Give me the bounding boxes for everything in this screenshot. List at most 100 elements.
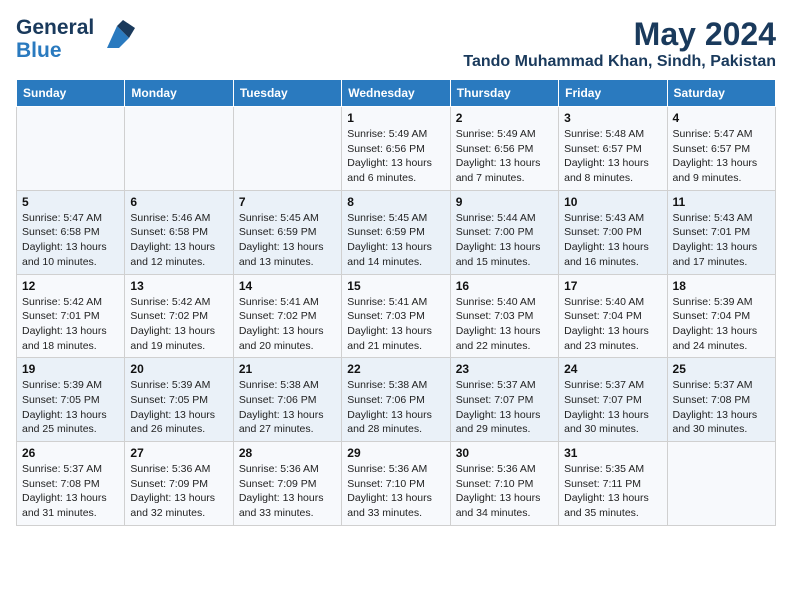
day-number: 30 — [456, 446, 553, 460]
page-header: General Blue May 2024 Tando Muhammad Kha… — [16, 16, 776, 71]
day-cell: 10 Sunrise: 5:43 AM Sunset: 7:00 PM Dayli… — [559, 190, 667, 274]
day-number: 31 — [564, 446, 661, 460]
col-header-friday: Friday — [559, 80, 667, 107]
day-number: 20 — [130, 362, 227, 376]
day-number: 9 — [456, 195, 553, 209]
day-info: Sunrise: 5:43 AM Sunset: 7:01 PM Dayligh… — [673, 211, 770, 270]
day-number: 6 — [130, 195, 227, 209]
day-number: 17 — [564, 279, 661, 293]
day-info: Sunrise: 5:37 AM Sunset: 7:07 PM Dayligh… — [564, 378, 661, 437]
day-cell — [125, 107, 233, 191]
day-cell: 24Sunrise: 5:37 AM Sunset: 7:07 PM Dayli… — [559, 358, 667, 442]
day-cell: 17 Sunrise: 5:40 AM Sunset: 7:04 PM Dayli… — [559, 274, 667, 358]
col-header-sunday: Sunday — [17, 80, 125, 107]
day-cell: 6 Sunrise: 5:46 AM Sunset: 6:58 PM Daylig… — [125, 190, 233, 274]
week-row-5: 26 Sunrise: 5:37 AM Sunset: 7:08 PM Dayli… — [17, 442, 776, 526]
day-info: Sunrise: 5:40 AM Sunset: 7:04 PM Dayligh… — [564, 295, 661, 354]
day-info: Sunrise: 5:37 AM Sunset: 7:07 PM Dayligh… — [456, 378, 553, 437]
day-cell: 11 Sunrise: 5:43 AM Sunset: 7:01 PM Dayli… — [667, 190, 775, 274]
day-info: Sunrise: 5:39 AM Sunset: 7:05 PM Dayligh… — [130, 378, 227, 437]
day-info: Sunrise: 5:38 AM Sunset: 7:06 PM Dayligh… — [239, 378, 336, 437]
day-cell: 16 Sunrise: 5:40 AM Sunset: 7:03 PM Dayli… — [450, 274, 558, 358]
col-header-wednesday: Wednesday — [342, 80, 450, 107]
day-number: 7 — [239, 195, 336, 209]
day-info: Sunrise: 5:35 AM Sunset: 7:11 PM Dayligh… — [564, 462, 661, 521]
day-cell: 18 Sunrise: 5:39 AM Sunset: 7:04 PM Dayli… — [667, 274, 775, 358]
day-cell: 30 Sunrise: 5:36 AM Sunset: 7:10 PM Dayli… — [450, 442, 558, 526]
day-number: 5 — [22, 195, 119, 209]
logo: General Blue — [16, 16, 135, 62]
week-row-4: 19 Sunrise: 5:39 AM Sunset: 7:05 PM Dayli… — [17, 358, 776, 442]
day-cell: 29Sunrise: 5:36 AM Sunset: 7:10 PM Dayli… — [342, 442, 450, 526]
day-cell: 5 Sunrise: 5:47 AM Sunset: 6:58 PM Daylig… — [17, 190, 125, 274]
day-cell: 1Sunrise: 5:49 AM Sunset: 6:56 PM Daylig… — [342, 107, 450, 191]
day-cell: 13 Sunrise: 5:42 AM Sunset: 7:02 PM Dayli… — [125, 274, 233, 358]
day-info: Sunrise: 5:39 AM Sunset: 7:04 PM Dayligh… — [673, 295, 770, 354]
col-header-monday: Monday — [125, 80, 233, 107]
day-cell: 27Sunrise: 5:36 AM Sunset: 7:09 PM Dayli… — [125, 442, 233, 526]
day-cell: 9 Sunrise: 5:44 AM Sunset: 7:00 PM Daylig… — [450, 190, 558, 274]
day-number: 19 — [22, 362, 119, 376]
col-header-saturday: Saturday — [667, 80, 775, 107]
day-info: Sunrise: 5:41 AM Sunset: 7:02 PM Dayligh… — [239, 295, 336, 354]
day-info: Sunrise: 5:42 AM Sunset: 7:02 PM Dayligh… — [130, 295, 227, 354]
header-row: SundayMondayTuesdayWednesdayThursdayFrid… — [17, 80, 776, 107]
day-number: 26 — [22, 446, 119, 460]
day-number: 28 — [239, 446, 336, 460]
day-number: 25 — [673, 362, 770, 376]
day-info: Sunrise: 5:45 AM Sunset: 6:59 PM Dayligh… — [347, 211, 444, 270]
day-number: 15 — [347, 279, 444, 293]
day-info: Sunrise: 5:36 AM Sunset: 7:09 PM Dayligh… — [239, 462, 336, 521]
day-info: Sunrise: 5:40 AM Sunset: 7:03 PM Dayligh… — [456, 295, 553, 354]
day-number: 11 — [673, 195, 770, 209]
day-info: Sunrise: 5:42 AM Sunset: 7:01 PM Dayligh… — [22, 295, 119, 354]
day-info: Sunrise: 5:46 AM Sunset: 6:58 PM Dayligh… — [130, 211, 227, 270]
day-info: Sunrise: 5:37 AM Sunset: 7:08 PM Dayligh… — [673, 378, 770, 437]
day-number: 10 — [564, 195, 661, 209]
day-info: Sunrise: 5:43 AM Sunset: 7:00 PM Dayligh… — [564, 211, 661, 270]
col-header-tuesday: Tuesday — [233, 80, 341, 107]
day-info: Sunrise: 5:48 AM Sunset: 6:57 PM Dayligh… — [564, 127, 661, 186]
day-number: 22 — [347, 362, 444, 376]
day-number: 27 — [130, 446, 227, 460]
day-info: Sunrise: 5:41 AM Sunset: 7:03 PM Dayligh… — [347, 295, 444, 354]
week-row-3: 12 Sunrise: 5:42 AM Sunset: 7:01 PM Dayli… — [17, 274, 776, 358]
day-number: 14 — [239, 279, 336, 293]
day-number: 3 — [564, 111, 661, 125]
day-number: 13 — [130, 279, 227, 293]
day-number: 12 — [22, 279, 119, 293]
logo-general: General — [16, 16, 94, 39]
day-cell: 25 Sunrise: 5:37 AM Sunset: 7:08 PM Dayli… — [667, 358, 775, 442]
week-row-1: 1Sunrise: 5:49 AM Sunset: 6:56 PM Daylig… — [17, 107, 776, 191]
logo-icon — [97, 18, 135, 56]
day-info: Sunrise: 5:39 AM Sunset: 7:05 PM Dayligh… — [22, 378, 119, 437]
page-title: May 2024 — [463, 16, 776, 53]
day-cell: 15 Sunrise: 5:41 AM Sunset: 7:03 PM Dayli… — [342, 274, 450, 358]
day-cell: 14 Sunrise: 5:41 AM Sunset: 7:02 PM Dayli… — [233, 274, 341, 358]
day-number: 18 — [673, 279, 770, 293]
day-cell: 23Sunrise: 5:37 AM Sunset: 7:07 PM Dayli… — [450, 358, 558, 442]
day-number: 2 — [456, 111, 553, 125]
day-cell — [17, 107, 125, 191]
day-cell: 12 Sunrise: 5:42 AM Sunset: 7:01 PM Dayli… — [17, 274, 125, 358]
day-cell: 20 Sunrise: 5:39 AM Sunset: 7:05 PM Dayli… — [125, 358, 233, 442]
day-cell — [233, 107, 341, 191]
day-cell: 21 Sunrise: 5:38 AM Sunset: 7:06 PM Dayli… — [233, 358, 341, 442]
day-cell: 28 Sunrise: 5:36 AM Sunset: 7:09 PM Dayli… — [233, 442, 341, 526]
day-number: 16 — [456, 279, 553, 293]
day-cell: 4Sunrise: 5:47 AM Sunset: 6:57 PM Daylig… — [667, 107, 775, 191]
day-number: 29 — [347, 446, 444, 460]
day-info: Sunrise: 5:36 AM Sunset: 7:10 PM Dayligh… — [456, 462, 553, 521]
day-info: Sunrise: 5:37 AM Sunset: 7:08 PM Dayligh… — [22, 462, 119, 521]
day-cell: 22Sunrise: 5:38 AM Sunset: 7:06 PM Dayli… — [342, 358, 450, 442]
day-info: Sunrise: 5:49 AM Sunset: 6:56 PM Dayligh… — [456, 127, 553, 186]
page-subtitle: Tando Muhammad Khan, Sindh, Pakistan — [463, 53, 776, 71]
day-info: Sunrise: 5:44 AM Sunset: 7:00 PM Dayligh… — [456, 211, 553, 270]
day-cell: 19 Sunrise: 5:39 AM Sunset: 7:05 PM Dayli… — [17, 358, 125, 442]
logo-blue: Blue — [16, 39, 94, 62]
day-number: 4 — [673, 111, 770, 125]
day-number: 21 — [239, 362, 336, 376]
day-cell: 7 Sunrise: 5:45 AM Sunset: 6:59 PM Daylig… — [233, 190, 341, 274]
day-info: Sunrise: 5:47 AM Sunset: 6:58 PM Dayligh… — [22, 211, 119, 270]
day-info: Sunrise: 5:45 AM Sunset: 6:59 PM Dayligh… — [239, 211, 336, 270]
